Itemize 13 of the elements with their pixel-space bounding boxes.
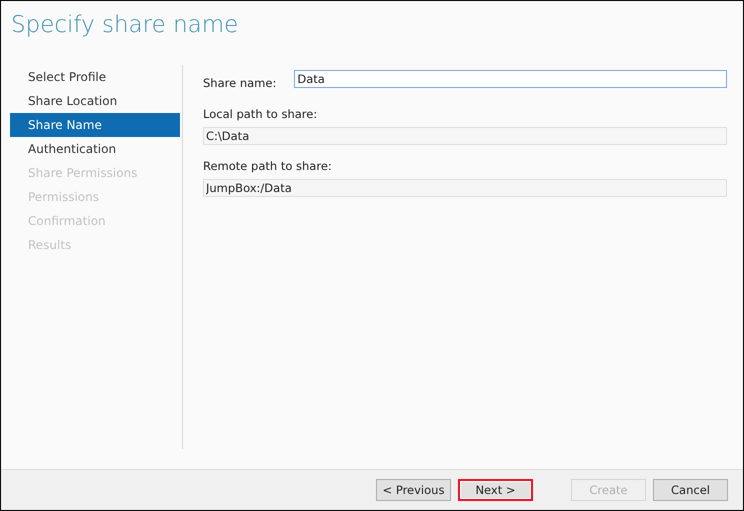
field-label: Remote path to share:: [203, 159, 333, 173]
wizard-button[interactable]: Next >: [458, 479, 533, 501]
field-label: Local path to share:: [203, 107, 318, 121]
nav-item[interactable]: Share Name: [10, 113, 180, 137]
page-title: Specify share name: [10, 11, 240, 40]
input-field[interactable]: Data: [294, 70, 727, 88]
nav-item[interactable]: Select Profile: [10, 65, 180, 89]
wizard-button[interactable]: Cancel: [653, 479, 728, 501]
input-field[interactable]: C:\Data: [203, 127, 727, 145]
nav-item[interactable]: Authentication: [10, 137, 180, 161]
nav-item[interactable]: Share Location: [10, 89, 180, 113]
field-label: Share name:: [203, 76, 276, 90]
wizard-button[interactable]: < Previous: [376, 479, 451, 501]
